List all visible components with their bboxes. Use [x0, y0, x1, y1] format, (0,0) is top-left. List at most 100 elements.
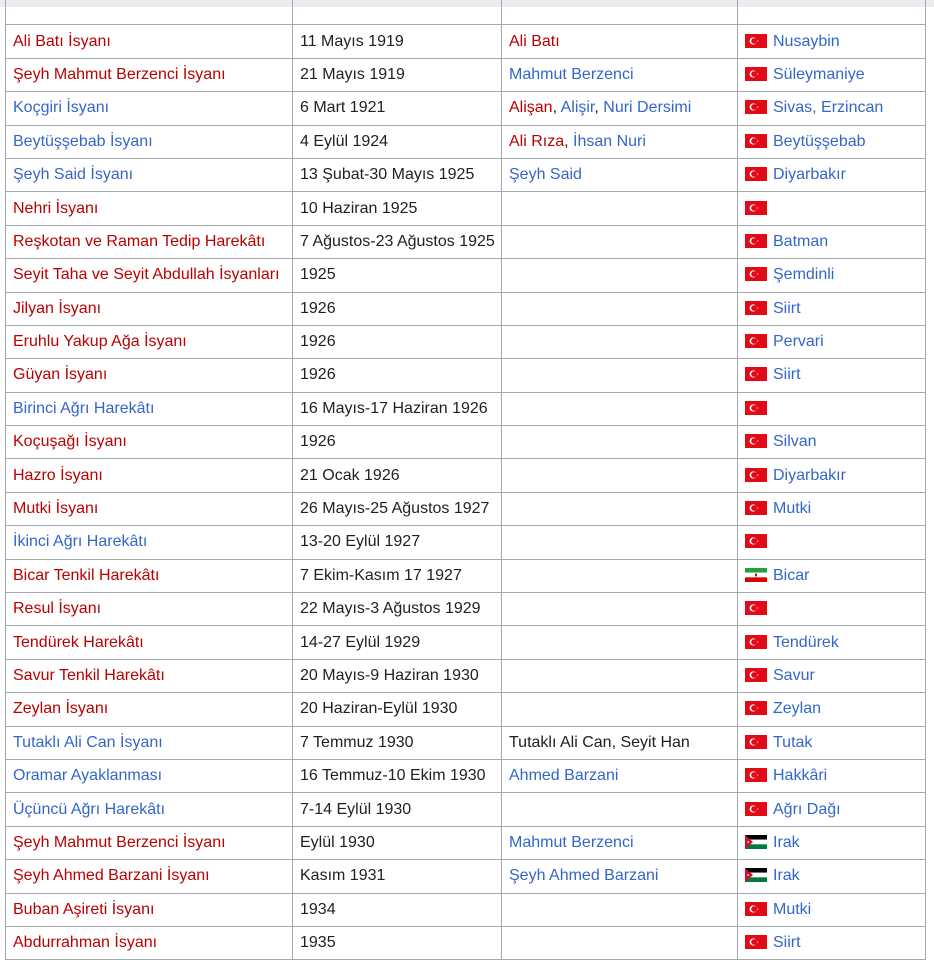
- rebellion-name-link[interactable]: Şeyh Mahmut Berzenci İsyanı: [13, 834, 226, 851]
- rebellion-name-link[interactable]: Oramar Ayaklanması: [13, 767, 162, 784]
- leaders-cell: [501, 458, 738, 493]
- tr-flag-icon: [745, 367, 767, 382]
- rebellion-name-link[interactable]: Reşkotan ve Raman Tedip Harekâtı: [13, 233, 265, 250]
- date-text: 1934: [300, 900, 336, 918]
- place-link[interactable]: Mutki: [773, 901, 811, 918]
- rebellion-name-link[interactable]: Hazro İsyanı: [13, 467, 103, 484]
- tr-flag-icon: [745, 267, 767, 282]
- leader-link[interactable]: İhsan Nuri: [573, 133, 646, 150]
- leader-link[interactable]: Ahmed Barzani: [509, 767, 618, 784]
- place-link[interactable]: Silvan: [773, 433, 817, 450]
- table-row: Ali Batı İsyanı 11 Mayıs 1919 Ali Batı Nusa…: [5, 24, 926, 59]
- tr-flag-icon: [745, 768, 767, 783]
- date-text: 13 Şubat-30 Mayıs 1925: [300, 166, 475, 184]
- rebellion-name-link[interactable]: Tendürek Harekâtı: [13, 634, 144, 651]
- rebellion-name-link[interactable]: Beytüşşebab İsyanı: [13, 133, 153, 150]
- place-link[interactable]: Süleymaniye: [773, 66, 865, 83]
- place-link[interactable]: Pervari: [773, 333, 824, 350]
- leader-link[interactable]: Şeyh Said: [509, 166, 582, 183]
- rebellion-name-link[interactable]: Abdurrahman İsyanı: [13, 934, 157, 951]
- leader-link[interactable]: Alişir: [561, 99, 595, 116]
- place-link[interactable]: Diyarbakır: [773, 467, 846, 484]
- date-text: 7 Ekim-Kasım 17 1927: [300, 566, 462, 584]
- leader-link[interactable]: Ali Rıza: [509, 133, 564, 150]
- rebellion-name-link[interactable]: Birinci Ağrı Harekâtı: [13, 400, 154, 417]
- tr-flag-icon: [745, 334, 767, 349]
- place-cell: Ağrı Dağı: [737, 792, 926, 827]
- leader-link[interactable]: Şeyh Ahmed Barzani: [509, 867, 658, 884]
- rebellion-name-link[interactable]: Eruhlu Yakup Ağa İsyanı: [13, 333, 187, 350]
- date-cell: 16 Mayıs-17 Haziran 1926: [292, 391, 502, 427]
- date-cell: 6 Mart 1921: [292, 91, 502, 126]
- place-cell: Savur: [737, 658, 926, 694]
- place-link[interactable]: Batman: [773, 233, 828, 250]
- place-link[interactable]: Irak: [773, 834, 800, 851]
- rebellion-name-link[interactable]: Bicar Tenkil Harekâtı: [13, 567, 159, 584]
- place-link[interactable]: Beytüşşebab: [773, 133, 866, 150]
- leaders-cell: [501, 425, 738, 460]
- leaders-cell: [501, 258, 738, 293]
- tr-flag-icon: [745, 200, 767, 215]
- place-link[interactable]: Ağrı Dağı: [773, 801, 841, 818]
- date-cell: [292, 0, 502, 26]
- leaders-cell: [501, 324, 738, 360]
- rebellion-name-link[interactable]: Tutaklı Ali Can İsyanı: [13, 734, 163, 751]
- table-row: Reşkotan ve Raman Tedip Harekâtı 7 Ağusto…: [5, 224, 926, 260]
- rebellion-name-link[interactable]: Şeyh Said İsyanı: [13, 166, 133, 183]
- place-link[interactable]: Hakkâri: [773, 767, 827, 784]
- rebellion-name-link[interactable]: Savur Tenkil Harekâtı: [13, 667, 165, 684]
- leader-link[interactable]: Alişan: [509, 99, 553, 116]
- rebellion-name-cell: Şeyh Mahmut Berzenci İsyanı: [5, 57, 293, 93]
- date-text: 14-27 Eylül 1929: [300, 633, 421, 651]
- place-link[interactable]: Zeylan: [773, 700, 821, 717]
- date-cell: 1926: [292, 358, 502, 393]
- rebellion-name-link[interactable]: Ali Batı İsyanı: [13, 33, 111, 50]
- place-link[interactable]: Şemdinli: [773, 266, 834, 283]
- rebellion-name-link[interactable]: Zeylan İsyanı: [13, 700, 108, 717]
- rebellion-name-link[interactable]: Seyit Taha ve Seyit Abdullah İsyanları: [13, 266, 280, 283]
- leader-link[interactable]: Mahmut Berzenci: [509, 834, 634, 851]
- tr-flag-icon: [745, 734, 767, 749]
- rebellion-name-link[interactable]: Koçgiri İsyanı: [13, 99, 109, 116]
- rebellion-name-cell: Resul İsyanı: [5, 592, 293, 627]
- leaders-cell: [501, 925, 738, 960]
- rebellion-name-link[interactable]: Koçuşağı İsyanı: [13, 433, 127, 450]
- place-cell: Mutki: [737, 491, 926, 527]
- place-cell: Beytüşşebab: [737, 124, 926, 159]
- tr-flag-icon: [745, 901, 767, 916]
- rebellion-name-link[interactable]: İkinci Ağrı Harekâtı: [13, 533, 147, 550]
- place-link[interactable]: Mutki: [773, 500, 811, 517]
- place-link[interactable]: Bicar: [773, 567, 809, 584]
- place-link[interactable]: Diyarbakır: [773, 166, 846, 183]
- rebellion-name-link[interactable]: Buban Aşireti İsyanı: [13, 901, 154, 918]
- rebellion-name-link[interactable]: Üçüncü Ağrı Harekâtı: [13, 801, 165, 818]
- tr-flag-icon: [745, 501, 767, 516]
- rebellion-name-link[interactable]: Şeyh Mahmut Berzenci İsyanı: [13, 66, 226, 83]
- leaders-cell: [501, 592, 738, 627]
- leader-link[interactable]: Nuri Dersimi: [603, 99, 691, 116]
- place-cell: Mutki: [737, 892, 926, 927]
- rebellion-name-link[interactable]: Şeyh Ahmed Barzani İsyanı: [13, 867, 210, 884]
- place-link[interactable]: Irak: [773, 867, 800, 884]
- place-link[interactable]: Siirt: [773, 300, 801, 317]
- rebellion-name-link[interactable]: Nehri İsyanı: [13, 200, 98, 217]
- place-link[interactable]: Tutak: [773, 734, 812, 751]
- place-link[interactable]: Nusaybin: [773, 33, 840, 50]
- leaders-cell: [501, 692, 738, 727]
- date-cell: 1935: [292, 925, 502, 960]
- rebellion-name-link[interactable]: Resul İsyanı: [13, 600, 101, 617]
- leaders-cell: [501, 525, 738, 560]
- place-link[interactable]: Siirt: [773, 366, 801, 383]
- rebellion-name-link[interactable]: Jilyan İsyanı: [13, 300, 101, 317]
- rebellion-name-link[interactable]: Mutki İsyanı: [13, 500, 98, 517]
- rebellion-name-link[interactable]: Güyan İsyanı: [13, 366, 107, 383]
- tr-flag-icon: [745, 233, 767, 248]
- place-link[interactable]: Savur: [773, 667, 815, 684]
- place-link[interactable]: Siirt: [773, 934, 801, 951]
- place-link[interactable]: Sivas, Erzincan: [773, 99, 883, 116]
- leader-link[interactable]: Mahmut Berzenci: [509, 66, 634, 83]
- place-link[interactable]: Tendürek: [773, 634, 839, 651]
- rebellion-name-cell: Ali Batı İsyanı: [5, 24, 293, 59]
- leader-link[interactable]: Ali Batı: [509, 33, 560, 50]
- rebellion-name-cell: Üçüncü Ağrı Harekâtı: [5, 792, 293, 827]
